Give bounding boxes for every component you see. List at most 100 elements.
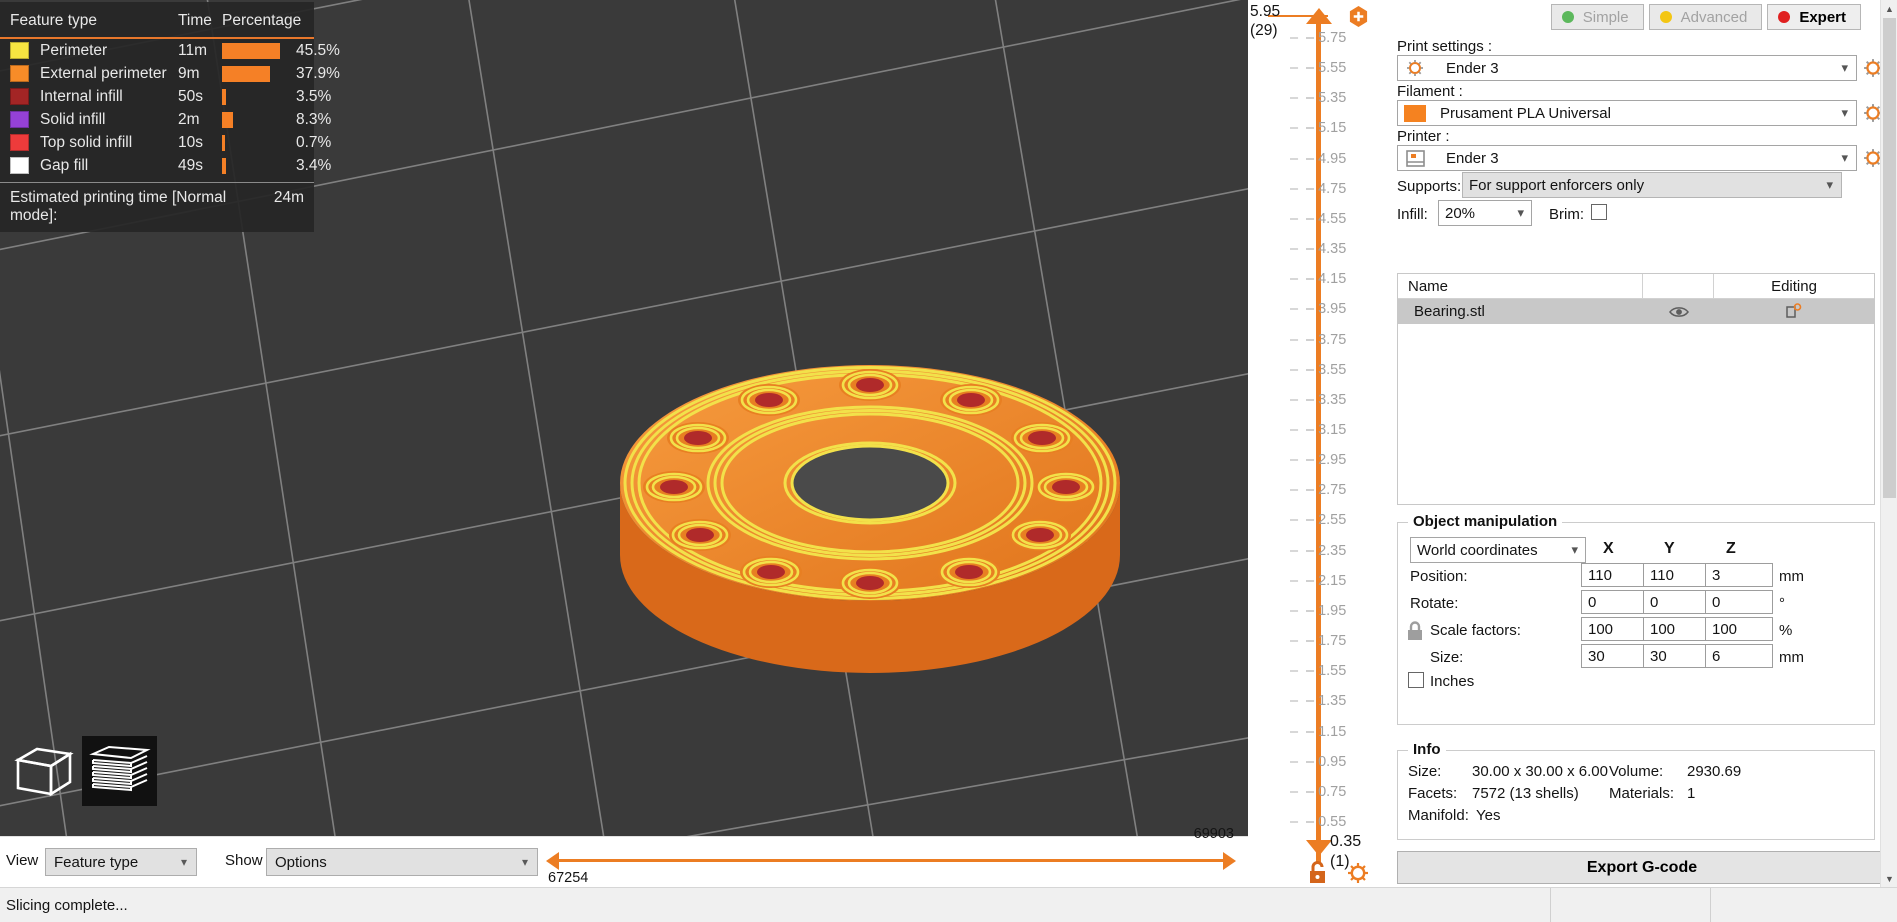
object-manipulation-panel: Object manipulation World coordinates ▾ … [1397, 522, 1875, 725]
hslider-low-value: 67254 [548, 870, 588, 886]
legend-feature-percentage: 45.5% [296, 42, 346, 60]
view-mode-icons[interactable] [6, 736, 157, 806]
size-x-input[interactable]: 30 [1581, 644, 1649, 668]
chevron-down-icon: ▾ [522, 855, 533, 869]
mode-dot-expert [1778, 11, 1790, 23]
size-y-input[interactable]: 30 [1643, 644, 1711, 668]
infill-select[interactable]: 20% ▾ [1438, 200, 1532, 226]
view-select[interactable]: Feature type ▾ [45, 848, 197, 876]
cube-icon [13, 744, 75, 798]
legend-feature-time: 49s [178, 157, 222, 175]
legend-bar-fill [222, 89, 226, 105]
position-x-input[interactable]: 110 [1581, 563, 1649, 587]
legend-color-swatch [10, 111, 29, 128]
layer-slider-settings-gear-icon[interactable] [1347, 862, 1369, 884]
info-volume-value: 2930.69 [1687, 763, 1741, 780]
legend-feature-time: 2m [178, 111, 222, 129]
layer-slider-tick: –– 0.75 [1290, 784, 1346, 800]
sliced-model-bearing[interactable] [560, 285, 1180, 836]
filament-label: Filament : [1397, 83, 1463, 100]
horizontal-move-slider[interactable]: 69903 67254 [546, 848, 1236, 872]
eye-icon[interactable] [1644, 305, 1714, 319]
scrollbar-thumb[interactable] [1883, 18, 1896, 498]
mode-button-advanced[interactable]: Advanced [1649, 4, 1763, 30]
hslider-track[interactable] [558, 859, 1224, 862]
position-label: Position: [1410, 568, 1468, 585]
rotate-z-input[interactable]: 0 [1705, 590, 1773, 614]
scroll-down-arrow-icon[interactable]: ▼ [1881, 870, 1897, 887]
info-materials-label: Materials: [1609, 785, 1674, 802]
size-label: Size: [1430, 649, 1463, 666]
layer-slider-upper-handle[interactable] [1306, 8, 1332, 24]
info-manifold-value: Yes [1476, 807, 1500, 824]
layer-slider-tick: –– 5.75 [1290, 30, 1346, 46]
mode-label-advanced: Advanced [1681, 9, 1748, 26]
info-size-label: Size: [1408, 763, 1441, 780]
table-row[interactable]: Bearing.stl [1398, 299, 1874, 324]
show-select[interactable]: Options ▾ [266, 848, 538, 876]
legend-color-swatch [10, 134, 29, 151]
status-message: Slicing complete... [6, 897, 128, 914]
add-color-change-icon[interactable] [1348, 6, 1369, 27]
print-settings-select[interactable]: Ender 3 ▾ [1397, 55, 1857, 81]
rotate-x-input[interactable]: 0 [1581, 590, 1649, 614]
legend-feature-percentage: 3.5% [296, 88, 337, 106]
column-divider [1642, 274, 1643, 299]
layer-slider[interactable]: 5.95 (29) –– 5.75–– 5.55–– 5.35–– 5.15––… [1248, 0, 1391, 887]
layer-slider-tick: –– 1.95 [1290, 603, 1346, 619]
printer-select[interactable]: Ender 3 ▾ [1397, 145, 1857, 171]
mode-label-simple: Simple [1583, 9, 1629, 26]
layer-slider-lower-handle[interactable] [1306, 840, 1332, 856]
coordinate-system-select[interactable]: World coordinates ▾ [1410, 537, 1586, 563]
chevron-down-icon: ▾ [1517, 205, 1527, 221]
mode-dot-simple [1562, 11, 1574, 23]
layer-slider-tick: –– 3.15 [1290, 422, 1346, 438]
inches-checkbox[interactable] [1408, 672, 1424, 688]
supports-label: Supports: [1397, 178, 1461, 195]
layer-slider-tick: –– 1.55 [1290, 663, 1346, 679]
supports-select[interactable]: For support enforcers only ▾ [1462, 172, 1842, 198]
printer-label: Printer : [1397, 128, 1450, 145]
scale-z-input[interactable]: 100 [1705, 617, 1773, 641]
layer-slider-low-value: 0.35 [1330, 832, 1361, 852]
size-z-input[interactable]: 6 [1705, 644, 1773, 668]
infill-label: Infill: [1397, 206, 1428, 223]
scale-y-input[interactable]: 100 [1643, 617, 1711, 641]
mode-selector[interactable]: Simple Advanced Expert [1551, 4, 1861, 30]
sidebar-scrollbar[interactable]: ▲ ▼ [1880, 0, 1897, 887]
preview-layers-view-icon[interactable] [82, 736, 157, 806]
layer-slider-tick: –– 0.95 [1290, 754, 1346, 770]
unlock-icon[interactable] [1306, 860, 1330, 884]
object-list[interactable]: Name Editing Bearing.stl [1397, 273, 1875, 505]
layer-slider-tick: –– 5.35 [1290, 90, 1346, 106]
hslider-right-handle[interactable] [1223, 852, 1236, 870]
estimated-printing-time: Estimated printing time [Normal mode]: 2… [0, 182, 314, 232]
hslider-left-handle[interactable] [546, 852, 559, 870]
mode-button-simple[interactable]: Simple [1551, 4, 1644, 30]
axis-header-x: X [1603, 540, 1614, 558]
legend-row: Gap fill49s3.4% [0, 154, 314, 177]
info-materials-value: 1 [1687, 785, 1695, 802]
print-settings-value: Ender 3 [1426, 60, 1837, 77]
legend-col-time: Time [178, 12, 222, 30]
mode-button-expert[interactable]: Expert [1767, 4, 1861, 30]
export-gcode-button[interactable]: Export G-code [1397, 851, 1887, 884]
position-y-input[interactable]: 110 [1643, 563, 1711, 587]
3d-editor-view-icon[interactable] [6, 736, 81, 806]
legend-bar-track [222, 43, 296, 59]
position-z-input[interactable]: 3 [1705, 563, 1773, 587]
filament-select[interactable]: Prusament PLA Universal ▾ [1397, 100, 1857, 126]
printer-value: Ender 3 [1426, 150, 1837, 167]
legend-color-swatch [10, 65, 29, 82]
layer-slider-tick: –– 1.75 [1290, 633, 1346, 649]
legend-feature-name: Solid infill [40, 111, 178, 129]
printer-row: Ender 3 ▾ [1397, 145, 1887, 171]
edit-object-icon[interactable] [1714, 303, 1874, 321]
3d-preview-viewport[interactable]: Feature type Time Percentage Perimeter11… [0, 0, 1248, 836]
uniform-scale-lock-icon[interactable] [1406, 621, 1424, 645]
scroll-up-arrow-icon[interactable]: ▲ [1881, 0, 1897, 17]
brim-checkbox[interactable] [1591, 204, 1607, 220]
scale-x-input[interactable]: 100 [1581, 617, 1649, 641]
rotate-y-input[interactable]: 0 [1643, 590, 1711, 614]
inches-label: Inches [1430, 673, 1474, 690]
